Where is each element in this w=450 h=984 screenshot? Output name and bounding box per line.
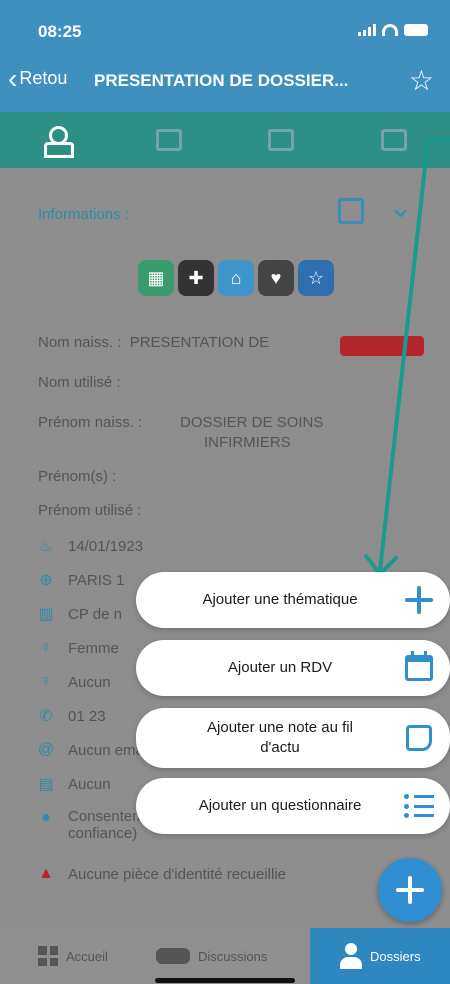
medkit-chip-icon[interactable]: ✚ bbox=[178, 260, 214, 296]
nom-naiss-row: Nom naiss. : PRESENTATION DE bbox=[38, 334, 269, 351]
nav-bar: ‹ Retou PRESENTATION DE DOSSIER... ☆ bbox=[0, 48, 450, 112]
back-label: Retou bbox=[19, 68, 68, 88]
add-rdv-button[interactable]: Ajouter un RDV bbox=[136, 640, 450, 696]
category-chips: ▦ ✚ ⌂ ♥ ☆ bbox=[138, 260, 334, 296]
add-thematique-label: Ajouter une thématique bbox=[202, 591, 358, 608]
tab-accueil[interactable]: Accueil bbox=[0, 928, 140, 984]
prenom-naiss-label: Prénom naiss. : bbox=[38, 414, 143, 431]
person-icon bbox=[340, 943, 362, 969]
star-icon[interactable]: ☆ bbox=[409, 64, 434, 97]
postcode-value: CP de n bbox=[68, 605, 122, 623]
aucun-row: ♀ Aucun bbox=[36, 672, 111, 692]
calendar-tab-icon bbox=[380, 129, 407, 151]
add-questionnaire-label: Ajouter un questionnaire bbox=[198, 797, 362, 814]
tab-discussions-label: Discussions bbox=[198, 948, 268, 964]
chevron-down-icon[interactable]: ⌄ bbox=[388, 190, 413, 225]
status-time: 08:25 bbox=[38, 22, 82, 41]
note-icon bbox=[406, 725, 432, 751]
nom-utilise-label: Nom utilisé : bbox=[38, 374, 121, 391]
consent-value-2: confiance) bbox=[68, 825, 138, 842]
birthplace-value: PARIS 1 bbox=[68, 571, 125, 589]
grid-chip-icon[interactable]: ▦ bbox=[138, 260, 174, 296]
home-indicator bbox=[155, 978, 295, 983]
prenom-naiss-value-2: INFIRMIERS bbox=[204, 434, 291, 451]
prenoms-label: Prénom(s) : bbox=[38, 468, 117, 485]
add-note-label: Ajouter une note au fil d'actu bbox=[158, 718, 402, 758]
add-thematique-button[interactable]: Ajouter une thématique bbox=[136, 572, 450, 628]
home-chip-icon[interactable]: ⌂ bbox=[218, 260, 254, 296]
tab-2[interactable] bbox=[113, 129, 226, 151]
tab-4[interactable] bbox=[338, 129, 450, 151]
chat-bubble-icon bbox=[156, 948, 190, 964]
birthdate-value: 14/01/1923 bbox=[68, 537, 144, 555]
building-icon: ▥ bbox=[38, 606, 54, 623]
add-note-label-1: Ajouter une note au fil bbox=[207, 719, 353, 736]
star-chip-icon[interactable]: ☆ bbox=[298, 260, 334, 296]
calendar-icon bbox=[405, 651, 433, 681]
fab-plus-button[interactable] bbox=[378, 858, 442, 922]
tab-discussions[interactable]: Discussions bbox=[140, 928, 310, 984]
card-icon: ▤ bbox=[38, 776, 54, 793]
tab-patient[interactable] bbox=[0, 126, 113, 158]
document-icon bbox=[268, 129, 295, 151]
edit-icon[interactable] bbox=[338, 198, 364, 224]
chevron-left-icon: ‹ bbox=[8, 62, 18, 94]
phone-value: 01 23 bbox=[68, 707, 106, 725]
cake-icon: ♨ bbox=[38, 538, 54, 555]
chat-icon: ● bbox=[41, 809, 51, 826]
plus-icon bbox=[405, 586, 433, 614]
card-icon bbox=[155, 129, 182, 151]
nom-naiss-value: PRESENTATION DE bbox=[129, 334, 270, 351]
add-note-button[interactable]: Ajouter une note au fil d'actu bbox=[136, 708, 450, 768]
aucun-value: Aucun bbox=[68, 673, 111, 691]
wifi-icon bbox=[382, 24, 398, 36]
aucun-value-2: Aucun bbox=[68, 775, 111, 793]
id-piece-row: ▲ Aucune pièce d'identité recueillie bbox=[36, 864, 286, 884]
nom-naiss-label: Nom naiss. : bbox=[38, 334, 122, 351]
back-button[interactable]: ‹ Retou bbox=[8, 62, 68, 94]
warning-icon: ▲ bbox=[38, 865, 54, 882]
bottom-tab-bar: Accueil Discussions Dossiers bbox=[0, 928, 450, 984]
tab-accueil-label: Accueil bbox=[66, 948, 108, 964]
globe-icon: ⊕ bbox=[39, 572, 53, 589]
tab-3[interactable] bbox=[225, 129, 338, 151]
postcode-row: ▥ CP de n bbox=[36, 604, 122, 624]
at-icon: @ bbox=[37, 741, 55, 758]
tab-dossiers[interactable]: Dossiers bbox=[310, 928, 450, 984]
sex-value: Femme bbox=[68, 639, 119, 657]
battery-icon bbox=[404, 24, 428, 36]
record-tabs bbox=[0, 112, 450, 168]
status-badge bbox=[340, 336, 424, 356]
sex-row: ♀ Femme bbox=[36, 638, 119, 658]
add-rdv-label: Ajouter un RDV bbox=[227, 659, 333, 676]
aucun-row-2: ▤ Aucun bbox=[36, 774, 111, 794]
tab-dossiers-label: Dossiers bbox=[370, 948, 421, 964]
phone-icon: ✆ bbox=[39, 708, 53, 725]
heart-chip-icon[interactable]: ♥ bbox=[258, 260, 294, 296]
gender-icon: ♀ bbox=[40, 639, 52, 656]
section-title: Informations : bbox=[38, 206, 129, 223]
phone-row: ✆ 01 23 bbox=[36, 706, 106, 726]
user-icon bbox=[44, 126, 75, 158]
status-bar: 08:25 bbox=[0, 0, 450, 48]
grid-icon bbox=[38, 946, 58, 966]
list-icon bbox=[404, 794, 434, 818]
add-questionnaire-button[interactable]: Ajouter un questionnaire bbox=[136, 778, 450, 834]
system-icons bbox=[358, 24, 428, 36]
page-title: PRESENTATION DE DOSSIER... bbox=[94, 71, 349, 90]
marker-icon: ♀ bbox=[40, 673, 52, 690]
prenom-naiss-value: DOSSIER DE SOINS bbox=[180, 414, 324, 431]
add-note-label-2: d'actu bbox=[260, 739, 300, 756]
prenom-utilise-label: Prénom utilisé : bbox=[38, 502, 142, 519]
signal-icon bbox=[358, 24, 376, 36]
id-piece-value: Aucune pièce d'identité recueillie bbox=[68, 865, 287, 883]
birthdate-row: ♨ 14/01/1923 bbox=[36, 536, 143, 556]
birthplace-row: ⊕ PARIS 1 bbox=[36, 570, 124, 590]
